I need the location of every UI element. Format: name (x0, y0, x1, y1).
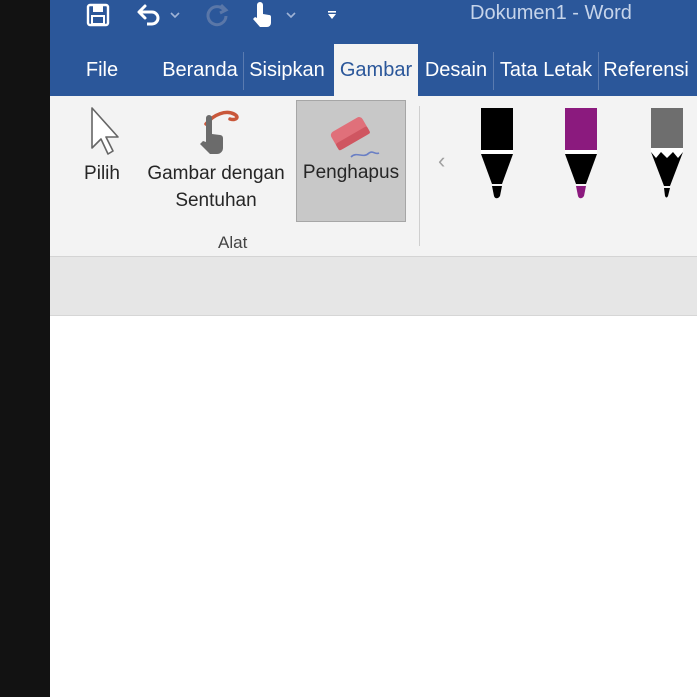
tab-separator (598, 52, 599, 90)
window-title: Dokumen1 - Word (470, 2, 632, 24)
tab-tata-letak[interactable]: Tata Letak (496, 44, 596, 96)
pen-icon (481, 108, 513, 199)
tab-separator (493, 52, 494, 90)
ruler-bar (50, 257, 697, 316)
chevron-down-icon (170, 12, 180, 19)
touch-mode-button[interactable] (246, 0, 276, 30)
customize-toolbar-icon (328, 11, 336, 19)
undo-button[interactable] (134, 0, 164, 30)
pencil-gray[interactable] (648, 106, 686, 207)
title-bar: Dokumen1 - Word (50, 0, 697, 44)
tab-separator (243, 52, 244, 90)
touch-mode-dropdown[interactable] (284, 0, 298, 30)
chevron-down-icon (286, 12, 296, 19)
ribbon-tabs: File Beranda Sisipkan Gambar Desain Tata… (50, 44, 697, 96)
tab-referensi[interactable]: Referensi (601, 44, 691, 96)
touch-mode-icon (253, 2, 271, 27)
save-button[interactable] (84, 0, 112, 30)
group-label-tools: Alat (218, 233, 248, 252)
eraser-icon (330, 117, 380, 158)
pens-scroll-left-button[interactable]: ‹ (438, 148, 445, 174)
word-window: Dokumen1 - Word File Beranda Sisipkan Ga… (50, 0, 697, 697)
document-canvas[interactable] (50, 316, 697, 697)
tab-gambar[interactable]: Gambar (334, 44, 418, 96)
cursor-arrow-icon (91, 107, 119, 155)
undo-dropdown[interactable] (168, 0, 182, 30)
tab-desain[interactable]: Desain (422, 44, 490, 96)
save-icon (86, 3, 110, 27)
tab-sisipkan[interactable]: Sisipkan (246, 44, 328, 96)
pen-black[interactable] (478, 106, 516, 207)
tab-file[interactable]: File (80, 44, 124, 96)
select-button[interactable]: Pilih (72, 104, 132, 194)
eraser-button[interactable]: Penghapus (296, 100, 406, 222)
pen-icon (565, 108, 597, 199)
ribbon-panel: Pilih Gambar dengan Sentuhan Penghapus A… (50, 96, 697, 257)
customize-toolbar-button[interactable] (324, 0, 340, 30)
tab-beranda[interactable]: Beranda (160, 44, 240, 96)
touch-draw-label-line2: Sentuhan (175, 190, 257, 211)
eraser-label: Penghapus (302, 162, 400, 183)
touch-draw-icon (200, 110, 239, 154)
draw-with-touch-button[interactable]: Gambar dengan Sentuhan (138, 104, 294, 224)
pen-purple[interactable] (562, 106, 600, 207)
undo-icon (137, 4, 160, 26)
group-separator (419, 106, 420, 246)
select-label: Pilih (84, 163, 120, 184)
desktop-background (0, 0, 50, 697)
pencil-icon (651, 108, 683, 198)
touch-draw-label-line1: Gambar dengan (147, 163, 285, 184)
redo-icon (206, 3, 229, 27)
redo-button[interactable] (202, 0, 232, 30)
